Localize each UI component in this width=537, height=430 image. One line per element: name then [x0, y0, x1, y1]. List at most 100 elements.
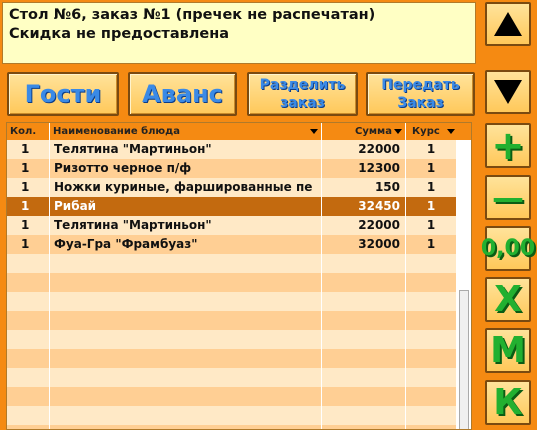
cell-qty [7, 406, 50, 425]
cell-qty: 1 [7, 235, 50, 254]
cell-name [50, 349, 322, 368]
table-row[interactable]: 1 Ризотто черное п/ф 12300 1 [7, 159, 457, 178]
cell-sum [322, 292, 406, 311]
column-header-sum[interactable]: Сумма [322, 123, 406, 140]
cell-name: Рибай [50, 197, 322, 216]
transfer-order-button[interactable]: Передать Заказ [366, 72, 475, 116]
cell-course [406, 425, 457, 429]
m-button[interactable]: M [485, 328, 531, 373]
cell-name: Ножки куриные, фаршированные пе [50, 178, 322, 197]
table-row[interactable] [7, 425, 457, 429]
column-header-sum-label: Сумма [355, 126, 392, 137]
table-row[interactable] [7, 349, 457, 368]
table-row[interactable]: 1 Телятина "Мартиньон" 22000 1 [7, 216, 457, 235]
cell-course: 1 [406, 159, 457, 178]
minus-button[interactable]: — [485, 175, 531, 220]
cell-course [406, 406, 457, 425]
cell-course: 1 [406, 197, 457, 216]
cell-name [50, 311, 322, 330]
order-info-panel: Стол №6, заказ №1 (пречек не распечатан)… [2, 2, 476, 64]
x-button[interactable]: X [485, 277, 531, 322]
cell-sum [322, 387, 406, 406]
cell-qty: 1 [7, 159, 50, 178]
table-row[interactable]: 1 Телятина "Мартиньон" 22000 1 [7, 140, 457, 159]
cell-course [406, 349, 457, 368]
cell-qty [7, 425, 50, 429]
column-header-name-label: Наименование блюда [53, 126, 180, 137]
cell-qty [7, 349, 50, 368]
cell-name [50, 387, 322, 406]
cell-name [50, 273, 322, 292]
cell-qty [7, 387, 50, 406]
zero-amount-button[interactable]: 0,00 [481, 226, 535, 271]
cell-sum: 150 [322, 178, 406, 197]
column-header-qty-label: Кол. [10, 126, 37, 137]
cell-qty: 1 [7, 197, 50, 216]
triangle-down-icon [494, 80, 522, 104]
cell-sum [322, 311, 406, 330]
cell-qty: 1 [7, 216, 50, 235]
cell-course [406, 368, 457, 387]
cell-name [50, 330, 322, 349]
table-row[interactable] [7, 292, 457, 311]
cell-sum: 22000 [322, 216, 406, 235]
cell-name [50, 368, 322, 387]
cell-sum: 32000 [322, 235, 406, 254]
cell-sum: 12300 [322, 159, 406, 178]
chevron-down-icon [447, 129, 455, 134]
cell-course [406, 387, 457, 406]
table-row[interactable] [7, 254, 457, 273]
column-header-name[interactable]: Наименование блюда [50, 123, 322, 140]
cell-name: Фуа-Гра "Фрамбуаз" [50, 235, 322, 254]
order-title: Стол №6, заказ №1 (пречек не распечатан) [9, 7, 376, 23]
chevron-down-icon [394, 129, 402, 134]
cell-sum [322, 273, 406, 292]
scroll-up-button[interactable] [485, 2, 531, 46]
cell-course: 1 [406, 178, 457, 197]
table-row[interactable] [7, 330, 457, 349]
scrollbar-thumb[interactable] [459, 290, 469, 429]
table-row[interactable] [7, 406, 457, 425]
cell-sum: 32450 [322, 197, 406, 216]
table-row[interactable] [7, 387, 457, 406]
plus-button[interactable]: + [485, 123, 531, 169]
table-row[interactable] [7, 311, 457, 330]
cell-sum [322, 425, 406, 429]
cell-sum: 22000 [322, 140, 406, 159]
table-header: Кол. Наименование блюда Сумма Курс [7, 123, 471, 140]
split-order-label-1: Разделить [259, 77, 346, 93]
cell-course [406, 254, 457, 273]
cell-course [406, 273, 457, 292]
cell-qty [7, 292, 50, 311]
column-header-qty[interactable]: Кол. [7, 123, 50, 140]
column-header-course[interactable]: Курс [406, 123, 471, 140]
scroll-down-button[interactable] [485, 70, 531, 114]
discount-status: Скидка не предоставлена [9, 26, 230, 42]
cell-name [50, 292, 322, 311]
cell-name: Телятина "Мартиньон" [50, 216, 322, 235]
table-row[interactable] [7, 273, 457, 292]
cell-qty [7, 311, 50, 330]
vertical-scrollbar[interactable] [457, 140, 471, 429]
cell-course: 1 [406, 216, 457, 235]
order-items-table: Кол. Наименование блюда Сумма Курс 1 Теля… [6, 122, 472, 430]
cell-course: 1 [406, 140, 457, 159]
table-row[interactable]: 1 Фуа-Гра "Фрамбуаз" 32000 1 [7, 235, 457, 254]
cell-qty: 1 [7, 178, 50, 197]
k-button[interactable]: К [485, 380, 531, 425]
cell-qty [7, 368, 50, 387]
cell-name [50, 254, 322, 273]
transfer-order-label-1: Передать [381, 77, 460, 93]
cell-sum [322, 254, 406, 273]
column-header-course-label: Курс [412, 126, 440, 137]
cell-sum [322, 349, 406, 368]
table-row[interactable] [7, 368, 457, 387]
table-row[interactable]: 1 Ножки куриные, фаршированные пе 150 1 [7, 178, 457, 197]
cell-qty [7, 254, 50, 273]
table-row[interactable]: 1 Рибай 32450 1 [7, 197, 457, 216]
cell-sum [322, 368, 406, 387]
split-order-button[interactable]: Разделить заказ [247, 72, 358, 116]
cell-qty [7, 330, 50, 349]
advance-button[interactable]: Аванс [128, 72, 237, 116]
guests-button[interactable]: Гости [7, 72, 119, 116]
